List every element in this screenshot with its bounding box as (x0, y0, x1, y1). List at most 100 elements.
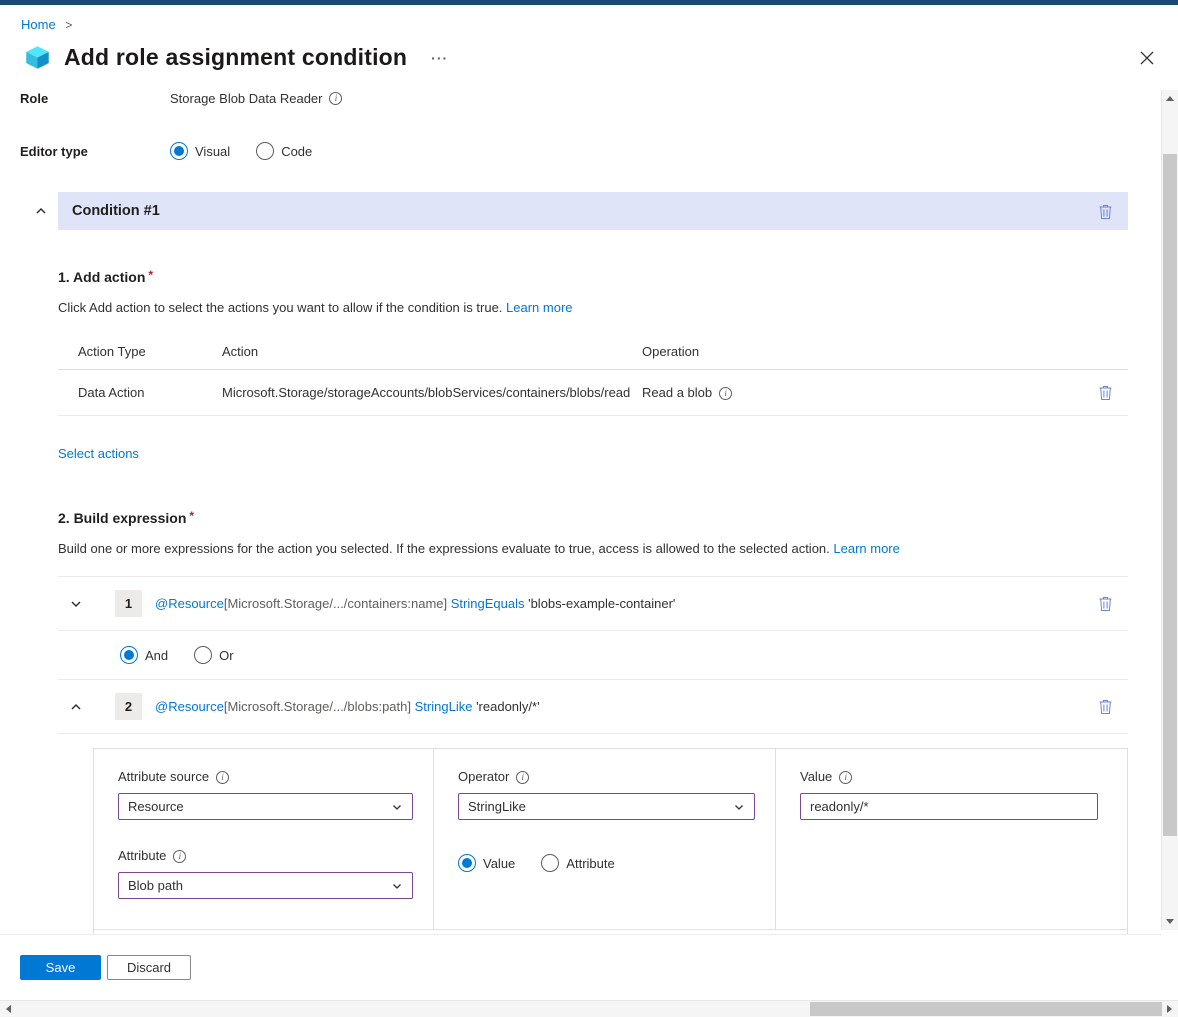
expression-1-source-link[interactable]: @Resource (155, 596, 224, 611)
delete-condition-icon[interactable] (1097, 202, 1114, 221)
role-info-icon[interactable] (329, 92, 342, 105)
radio-unselected-icon (256, 142, 274, 160)
expression-editor-grid: Attribute source Resource Attribute (94, 749, 1127, 929)
logical-or-label: Or (219, 648, 233, 663)
condition-title: Condition #1 (72, 203, 160, 219)
mode-value-label: Value (483, 856, 515, 871)
radio-selected-icon (120, 646, 138, 664)
radio-selected-icon (170, 142, 188, 160)
column-header-operation: Operation (642, 344, 1084, 359)
breadcrumb: Home > (0, 5, 1178, 32)
radio-selected-icon (458, 854, 476, 872)
save-button[interactable]: Save (20, 955, 101, 980)
value-label: Value (800, 769, 1107, 784)
attribute-source-value: Resource (128, 799, 184, 814)
title-bar: Add role assignment condition ··· (24, 44, 1158, 71)
expression-list: 1 @Resource[Microsoft.Storage/.../contai… (58, 576, 1128, 734)
column-header-action-type: Action Type (58, 344, 202, 359)
actions-table-header: Action Type Action Operation (58, 333, 1128, 370)
expression-1-operator-link[interactable]: StringEquals (451, 596, 525, 611)
select-actions-link[interactable]: Select actions (58, 446, 139, 461)
build-expression-heading: 2. Build expression* (58, 509, 1128, 526)
actions-table: Action Type Action Operation Data Action… (58, 333, 1128, 416)
breadcrumb-home-link[interactable]: Home (21, 17, 56, 32)
radio-unselected-icon (541, 854, 559, 872)
operator-cell: Operator StringLike Value (434, 749, 776, 929)
attribute-dropdown[interactable]: Blob path (118, 872, 413, 899)
expression-1-summary: @Resource[Microsoft.Storage/.../containe… (155, 596, 675, 611)
mode-attribute-radio[interactable]: Attribute (541, 854, 614, 872)
add-role-assignment-condition-page: Home > Add role assignment condition ···… (0, 0, 1178, 1017)
required-marker: * (148, 268, 153, 282)
logical-and-radio[interactable]: And (120, 646, 168, 664)
attribute-source-info-icon[interactable] (216, 771, 229, 784)
discard-button[interactable]: Discard (107, 955, 191, 980)
editor-type-row: Editor type Visual Code (20, 142, 1128, 160)
operation-info-icon[interactable] (719, 387, 732, 400)
operator-value: StringLike (468, 799, 526, 814)
expression-2-summary: @Resource[Microsoft.Storage/.../blobs:pa… (155, 699, 540, 714)
condition-header-row: Condition #1 (20, 192, 1128, 230)
column-header-action: Action (202, 344, 642, 359)
logical-and-label: And (145, 648, 168, 663)
logical-or-radio[interactable]: Or (194, 646, 233, 664)
vertical-scrollbar-thumb[interactable] (1163, 154, 1177, 836)
editor-type-visual-radio[interactable]: Visual (170, 142, 230, 160)
build-expression-learn-more-link[interactable]: Learn more (833, 541, 899, 556)
expression-row-2: 2 @Resource[Microsoft.Storage/.../blobs:… (58, 680, 1128, 734)
build-expression-description: Build one or more expressions for the ac… (58, 541, 1128, 556)
delete-expression-1-icon[interactable] (1097, 594, 1114, 613)
operator-dropdown[interactable]: StringLike (458, 793, 755, 820)
delete-expression-2-icon[interactable] (1097, 697, 1114, 716)
add-action-learn-more-link[interactable]: Learn more (506, 300, 572, 315)
value-info-icon[interactable] (839, 771, 852, 784)
role-label: Role (20, 91, 170, 106)
editor-type-code-radio[interactable]: Code (256, 142, 312, 160)
table-row: Data Action Microsoft.Storage/storageAcc… (58, 370, 1128, 416)
condition-body: 1. Add action* Click Add action to selec… (58, 268, 1128, 981)
operator-label: Operator (458, 769, 755, 784)
role-row: Role Storage Blob Data Reader (20, 91, 1128, 106)
attribute-info-icon[interactable] (173, 850, 186, 863)
chevron-down-icon (391, 801, 403, 813)
mode-value-radio[interactable]: Value (458, 854, 515, 872)
expression-row-1: 1 @Resource[Microsoft.Storage/.../contai… (58, 577, 1128, 631)
condition-header[interactable]: Condition #1 (58, 192, 1128, 230)
scroll-up-arrow-icon[interactable] (1162, 90, 1178, 107)
delete-action-icon[interactable] (1097, 383, 1114, 402)
value-input[interactable] (800, 793, 1098, 820)
mode-attribute-label: Attribute (566, 856, 614, 871)
horizontal-scrollbar-thumb[interactable] (810, 1002, 1162, 1016)
expression-2-number-badge: 2 (115, 693, 142, 720)
logical-operator-row: And Or (58, 631, 1128, 680)
attribute-value: Blob path (128, 878, 183, 893)
close-icon[interactable] (1136, 47, 1158, 69)
scroll-left-arrow-icon[interactable] (0, 1001, 17, 1017)
resource-cube-icon (24, 44, 51, 71)
radio-unselected-icon (194, 646, 212, 664)
chevron-down-icon (733, 801, 745, 813)
operator-info-icon[interactable] (516, 771, 529, 784)
collapse-expression-2-chevron-icon[interactable] (68, 700, 84, 714)
cell-operation: Read a blob (642, 385, 1084, 400)
attribute-source-dropdown[interactable]: Resource (118, 793, 413, 820)
attribute-label: Attribute (118, 848, 413, 863)
breadcrumb-chevron-icon: > (65, 18, 72, 32)
editor-type-visual-label: Visual (195, 144, 230, 159)
more-options-icon[interactable]: ··· (431, 50, 448, 66)
collapse-condition-chevron-icon[interactable] (30, 204, 52, 218)
footer-action-bar: Save Discard (0, 934, 1161, 1000)
editor-type-label: Editor type (20, 144, 170, 159)
scroll-right-arrow-icon[interactable] (1161, 1001, 1178, 1017)
vertical-scrollbar[interactable] (1161, 90, 1178, 930)
role-value: Storage Blob Data Reader (170, 91, 322, 106)
attribute-source-label: Attribute source (118, 769, 413, 784)
expression-2-source-link[interactable]: @Resource (155, 699, 224, 714)
scroll-down-arrow-icon[interactable] (1162, 913, 1178, 930)
cell-action: Microsoft.Storage/storageAccounts/blobSe… (202, 385, 642, 400)
expression-2-operator-link[interactable]: StringLike (415, 699, 473, 714)
horizontal-scrollbar[interactable] (0, 1000, 1178, 1017)
operator-mode-radios: Value Attribute (458, 854, 755, 872)
attribute-source-cell: Attribute source Resource Attribute (94, 749, 434, 929)
expand-expression-1-chevron-icon[interactable] (68, 597, 84, 611)
